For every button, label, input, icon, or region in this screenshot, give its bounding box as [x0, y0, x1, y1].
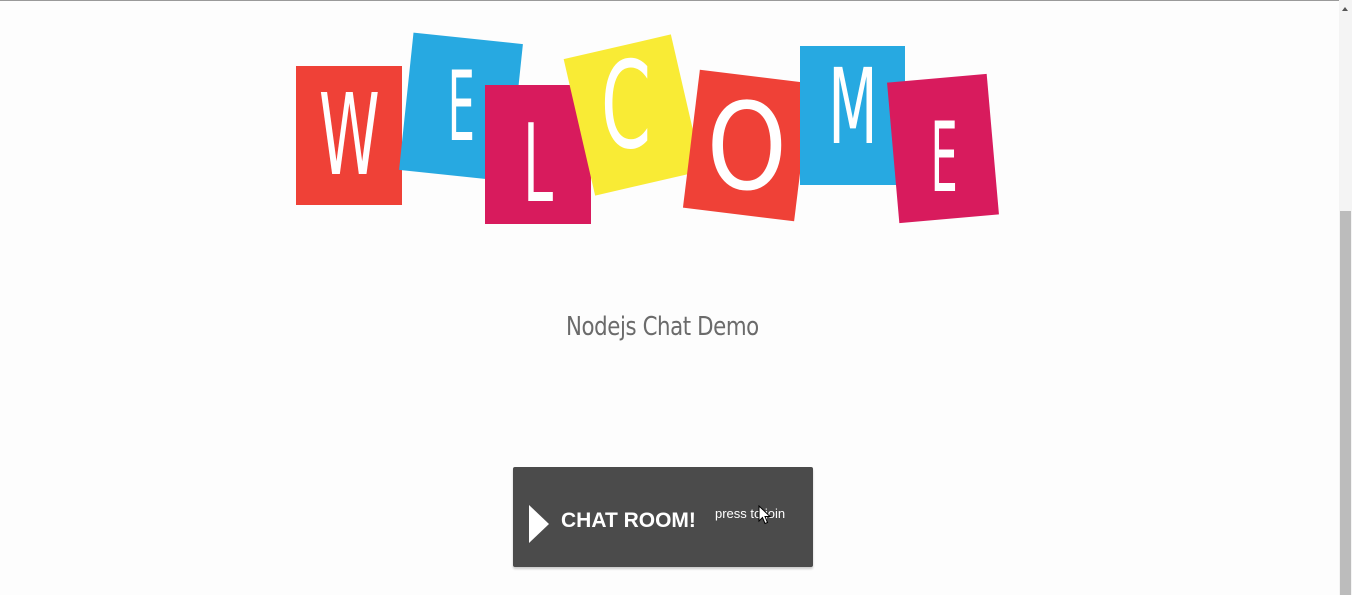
welcome-letter: C: [600, 37, 652, 177]
play-icon: [529, 505, 549, 543]
mouse-cursor-icon: [758, 505, 772, 525]
scrollbar-thumb[interactable]: [1340, 211, 1351, 595]
welcome-letter: O: [706, 78, 787, 218]
welcome-tile-e2: E: [887, 73, 999, 224]
welcome-banner: W E L C O M E: [0, 0, 1100, 240]
welcome-tile-w: W: [296, 66, 402, 205]
welcome-tile-o: O: [682, 69, 812, 222]
scroll-up-arrow-icon[interactable]: [1342, 7, 1348, 11]
welcome-letter: M: [827, 45, 878, 168]
welcome-letter: L: [522, 101, 554, 227]
welcome-letter: E: [447, 51, 475, 163]
chat-room-sublabel: press to join: [715, 506, 786, 521]
chat-room-label: CHAT ROOM!: [561, 509, 696, 532]
welcome-letter: W: [318, 70, 380, 201]
page-subtitle: Nodejs Chat Demo: [565, 312, 759, 342]
welcome-letter: E: [930, 101, 958, 214]
page: W E L C O M E Nodejs Chat Demo CHAT ROOM…: [0, 0, 1352, 595]
vertical-scrollbar[interactable]: [1339, 0, 1352, 595]
